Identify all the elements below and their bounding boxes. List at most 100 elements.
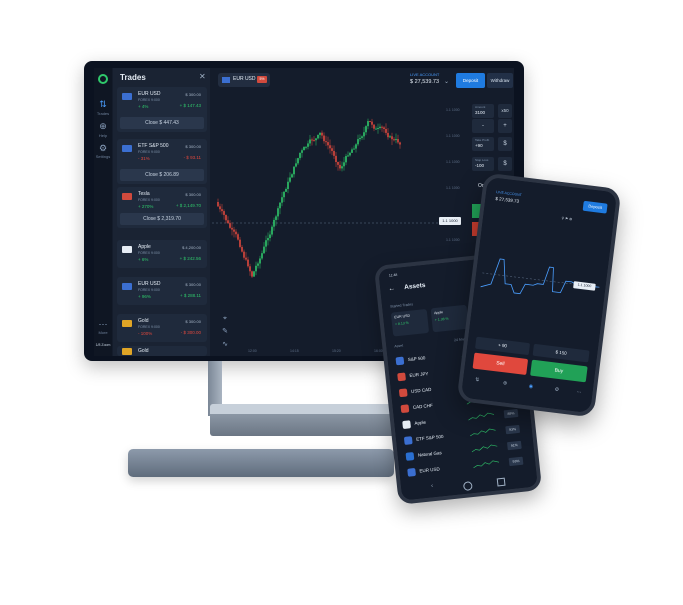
account-balance[interactable]: $ 27,539.73 [495,196,519,204]
dollar-toggle[interactable]: $ [498,137,512,151]
stop-loss-field[interactable]: Stop Loss -100 [472,157,494,171]
nav-back-icon[interactable]: ‹ [431,483,434,489]
trade-invested: $ 300.00 [185,192,201,197]
candle [367,121,369,127]
candle [355,144,357,149]
amount-field[interactable]: $ 150 [532,343,590,363]
candle [233,229,235,232]
candle [271,226,273,235]
gold-icon [122,320,132,327]
buy-button[interactable]: Buy [530,359,588,383]
candle [295,163,297,167]
chevron-down-icon[interactable]: ⌄ [444,78,449,85]
candle [261,253,263,259]
candle [265,240,267,247]
nav-settings-icon[interactable]: ⚙ [554,387,559,394]
take-profit-field[interactable]: + 90 [474,336,531,356]
account-balance[interactable]: $ 27,539.73 [410,79,439,85]
price-line [480,258,600,295]
sparkline [468,412,495,421]
asset-tile[interactable]: EUR USD + 8.13 % [390,308,430,337]
trade-card[interactable]: EUR USD FOREX 9:000 + 4% $ 300.00 + $ 14… [117,87,207,132]
trade-card[interactable]: Tesla FOREX 9:000 + 270% $ 300.00 + $ 2,… [117,187,207,228]
back-arrow-icon[interactable]: ← [388,285,396,293]
price-axis-label: 1.1 1000 [446,134,460,138]
candle [353,148,355,150]
line-chart[interactable] [476,217,607,341]
asset-tile[interactable]: Apple + 1.38 % [430,304,469,333]
trade-card[interactable]: Apple FOREX 9:000 + 6% $ 4,200.00 + $ 24… [117,240,207,268]
flag-icon [222,77,230,83]
candle [255,265,257,272]
help-icon[interactable]: ⊕ [97,120,109,132]
sell-button[interactable]: Sell [472,352,529,376]
asset-icon [395,356,405,366]
candle [227,220,229,224]
close-trade-button[interactable]: Close $ 2,319.70 [120,213,204,225]
close-icon[interactable]: ✕ [199,72,206,81]
tesla-icon [122,193,132,200]
sidebar-item-more[interactable]: More [94,330,112,335]
withdraw-button[interactable]: Withdraw [487,73,513,88]
time-axis-label: 15:20 [332,349,341,353]
candle [399,142,401,145]
nav-home-icon[interactable] [462,481,473,492]
close-trade-button[interactable]: Close $ 447.43 [120,117,204,129]
trade-pct: + 4% [138,104,149,109]
time-axis-label: 12:00 [248,349,257,353]
sidebar-item-help[interactable]: Help [94,133,112,138]
toolbar-icons[interactable]: ⚲ ⚑ ⚙ [561,216,572,221]
price-axis-label: 1.1 1000 [446,186,460,190]
minus-button[interactable]: - [472,119,494,133]
sidebar-item-trades[interactable]: Trades [94,111,112,116]
deposit-button[interactable]: Deposit [582,200,608,214]
status-time: 11:48 [388,272,398,278]
candle [339,164,341,169]
trade-invested: $ 300.00 [185,144,201,149]
candle [309,139,311,144]
trade-card[interactable]: ETF S&P 500 FOREX 9:000 - 31% $ 300.00 -… [117,139,207,184]
asset-name: EUR USD [419,466,440,474]
trade-card[interactable]: Gold FOREX 9:000 - 100% $ 300.00 - $ 300… [117,314,207,342]
settings-icon[interactable]: ⚙ [97,142,109,154]
plus-button[interactable]: + [498,119,512,133]
candle [251,271,253,277]
candle [371,121,373,125]
deposit-button[interactable]: Deposit [456,73,485,88]
candle [315,138,317,141]
nav-chart-icon[interactable]: ◉ [528,383,533,389]
candle [305,146,307,148]
nav-help-icon[interactable]: ⊕ [503,380,508,386]
trade-name: ETF S&P 500 [138,143,169,149]
take-profit-field[interactable]: Take Profit +90 [472,137,494,151]
more-icon[interactable]: ⋯ [97,318,109,330]
trade-card[interactable]: Gold [117,346,207,356]
account-type[interactable]: LIVE ACCOUNT [410,72,439,77]
trade-invested: $ 300.00 [185,282,201,287]
close-trade-button[interactable]: Close $ 206.89 [120,169,204,181]
trade-invested: $ 300.00 [185,92,201,97]
nav-more-icon[interactable]: ⋯ [576,389,582,396]
nav-trades-icon[interactable]: ⇅ [475,377,480,383]
candle [279,202,281,209]
trade-name: Gold [138,318,149,324]
dollar-toggle[interactable]: $ [498,157,512,171]
nav-recent-icon[interactable] [496,477,506,487]
list-header-asset: Asset [394,343,404,349]
multiplier-field[interactable]: x50 [498,104,512,118]
candle [375,128,377,130]
candle [381,126,383,128]
gold-icon [122,348,132,355]
candle [317,134,319,139]
asset-tile-value: + 1.38 % [434,316,449,323]
amount-field[interactable]: Amount 3100 [472,104,494,118]
candle [373,124,375,129]
asset-icon [398,388,408,398]
price-axis-label: 1.1 1000 [446,108,460,112]
candle [287,181,289,190]
trade-card[interactable]: EUR USD FOREX 9:000 + 96% $ 300.00 + $ 2… [117,277,207,305]
candle [225,214,227,221]
trades-icon[interactable]: ⇅ [97,98,109,110]
trade-profit: - $ 300.00 [180,330,201,335]
sidebar-item-settings[interactable]: Settings [94,154,112,159]
